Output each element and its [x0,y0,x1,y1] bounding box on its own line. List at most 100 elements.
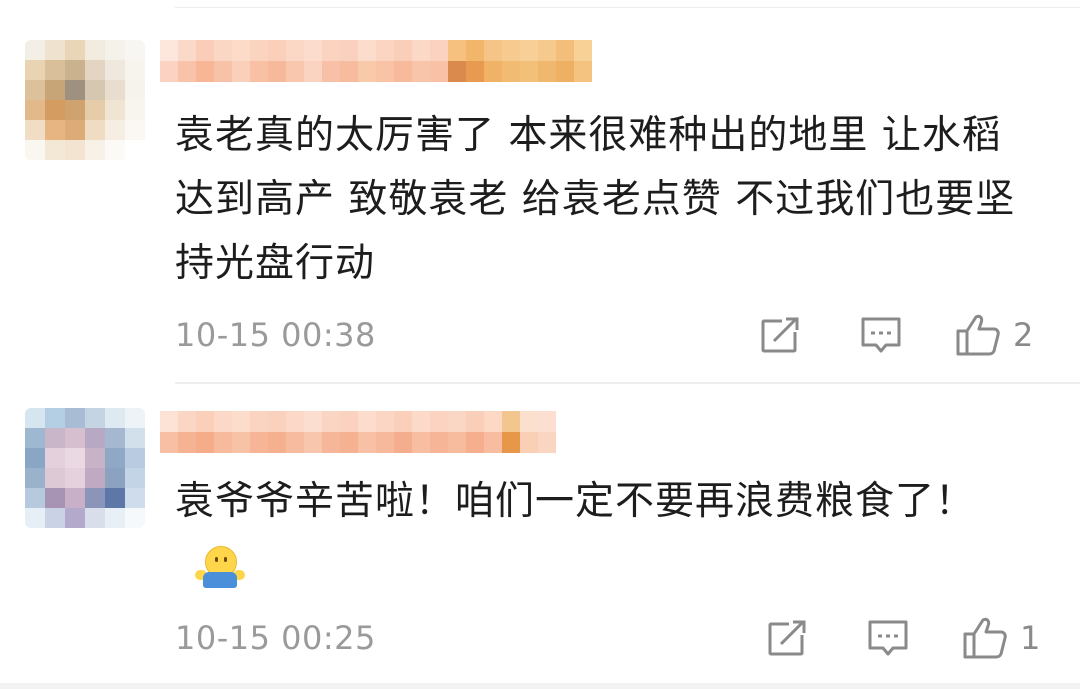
avatar-pixel [85,100,105,120]
username-pixel [376,40,394,61]
username-pixel [322,411,340,432]
username-pixel [376,61,394,82]
forward-button[interactable] [760,315,802,355]
comment-icon [861,317,901,353]
username-pixel [268,411,286,432]
username-pixel [178,40,196,61]
username-pixel [484,432,502,453]
username-pixel [232,40,250,61]
avatar[interactable] [25,408,145,528]
avatar-pixel [125,428,145,448]
username-pixel [286,61,304,82]
username-pixel [322,61,340,82]
username-pixel [520,432,538,453]
username-pixel [376,411,394,432]
comment-item: 袁老真的太厉害了 本来很难种出的地里 让水稻达到高产 致敬袁老 给袁老点赞 不过… [0,10,1080,382]
username-pixel [178,432,196,453]
like-button[interactable]: 2 [955,314,1033,356]
comment-item: 袁爷爷辛苦啦！咱们一定不要再浪费粮食了！ 10-15 00:25 1 [0,384,1080,680]
avatar-pixel [45,408,65,428]
username-pixel [250,40,268,61]
avatar-pixel [105,40,125,60]
avatar-pixel [105,428,125,448]
avatar-pixel [85,120,105,140]
avatar-pixel [105,508,125,528]
avatar-pixel [125,60,145,80]
avatar-pixel [45,120,65,140]
username-pixel [502,432,520,453]
avatar-pixel [65,508,85,528]
username-pixel [502,411,520,432]
username-pixel [304,40,322,61]
username-pixel [286,40,304,61]
comment-text: 袁爷爷辛苦啦！咱们一定不要再浪费粮食了！ [175,470,1020,598]
username-pixel [412,61,430,82]
avatar-pixel [125,448,145,468]
like-button[interactable]: 1 [962,617,1040,659]
avatar-pixel [45,60,65,80]
username-pixel [322,40,340,61]
shrug-emoji-icon [195,545,245,590]
avatar-pixel [65,40,85,60]
username-pixel [394,40,412,61]
forward-button[interactable] [767,618,809,658]
username-pixel [448,411,466,432]
avatar-pixel [85,80,105,100]
avatar-pixel [105,80,125,100]
avatar-pixel [65,428,85,448]
username-blurred[interactable] [160,40,592,82]
username-pixel [538,40,556,61]
username-pixel [430,432,448,453]
username-pixel [466,432,484,453]
avatar-pixel [45,140,65,160]
avatar-pixel [25,408,45,428]
username-pixel [340,61,358,82]
username-pixel [358,61,376,82]
avatar-pixel [85,140,105,160]
username-pixel [484,40,502,61]
username-pixel [178,411,196,432]
avatar-pixel [65,60,85,80]
username-pixel [250,411,268,432]
comment-text: 袁老真的太厉害了 本来很难种出的地里 让水稻达到高产 致敬袁老 给袁老点赞 不过… [175,113,1016,286]
username-pixel [160,411,178,432]
username-pixel [340,411,358,432]
timestamp: 10-15 00:25 [175,619,376,657]
username-pixel [214,411,232,432]
username-pixel [394,432,412,453]
avatar-pixel [65,448,85,468]
avatar-pixel [45,508,65,528]
username-pixel [160,61,178,82]
reply-button[interactable] [860,315,902,355]
username-pixel [214,432,232,453]
timestamp: 10-15 00:38 [175,316,376,354]
username-pixel [502,61,520,82]
comment-meta: 10-15 00:25 1 [175,617,1080,659]
forward-icon [761,317,800,353]
reply-button[interactable] [867,618,909,658]
username-pixel [268,61,286,82]
avatar[interactable] [25,40,145,160]
username-pixel [376,432,394,453]
username-pixel [466,40,484,61]
username-pixel [412,432,430,453]
username-pixel [502,40,520,61]
username-pixel [196,432,214,453]
username-pixel [394,411,412,432]
username-pixel [196,61,214,82]
avatar-pixel [105,468,125,488]
username-pixel [214,40,232,61]
username-pixel [484,61,502,82]
avatar-pixel [45,80,65,100]
username-pixel [304,411,322,432]
username-pixel [268,40,286,61]
avatar-pixel [85,60,105,80]
avatar-pixel [65,100,85,120]
avatar-pixel [45,428,65,448]
username-pixel [574,40,592,61]
username-blurred[interactable] [160,411,556,453]
username-pixel [358,40,376,61]
username-pixel [448,432,466,453]
avatar-pixel [45,488,65,508]
username-pixel [448,40,466,61]
